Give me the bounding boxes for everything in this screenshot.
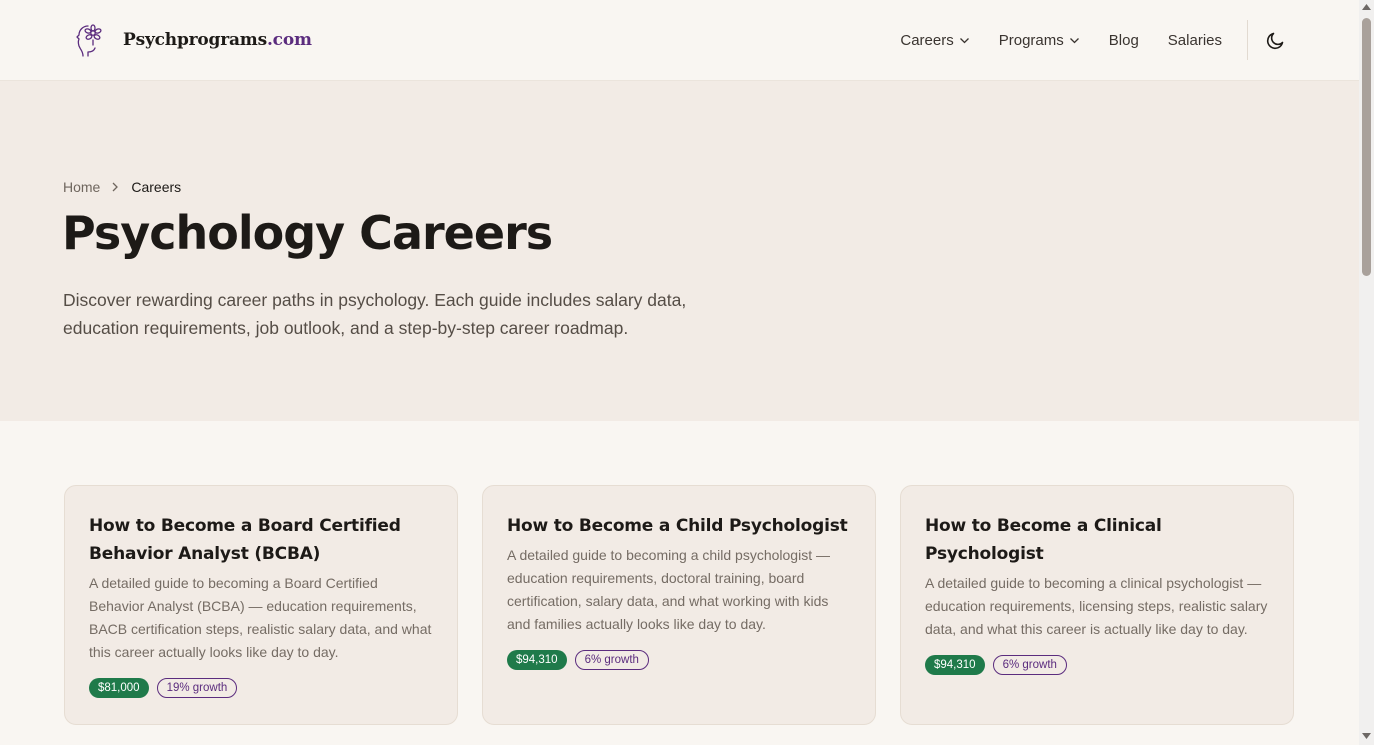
- salary-badge: $94,310: [925, 655, 985, 675]
- card-description: A detailed guide to becoming a clinical …: [925, 575, 1268, 637]
- logo-wordmark: Psychprograms.com: [123, 30, 312, 50]
- page: Psychprograms.com Careers Programs Blog …: [0, 0, 1359, 745]
- scroll-down-arrow-icon[interactable]: [1362, 733, 1371, 739]
- nav-label-programs: Programs: [998, 31, 1064, 49]
- vertical-scrollbar[interactable]: [1359, 0, 1374, 745]
- breadcrumb: Home Careers: [63, 179, 181, 195]
- card-description: A detailed guide to becoming a Board Cer…: [89, 575, 432, 660]
- career-card-child-psychologist[interactable]: How to Become a Child Psychologist A det…: [482, 485, 876, 725]
- salary-badge: $81,000: [89, 678, 149, 698]
- main-nav: Careers Programs Blog Salaries: [900, 30, 1222, 50]
- growth-badge: 19% growth: [156, 678, 238, 698]
- career-card-grid: How to Become a Board Certified Behavior…: [64, 485, 1294, 725]
- growth-badge: 6% growth: [992, 655, 1067, 675]
- site-header: Psychprograms.com Careers Programs Blog …: [0, 0, 1359, 81]
- chevron-down-icon: [1069, 37, 1079, 43]
- nav-item-careers[interactable]: Careers: [900, 32, 969, 49]
- career-card-clinical-psychologist[interactable]: How to Become a Clinical Psychologist A …: [900, 485, 1294, 725]
- card-badges: $94,310 6% growth: [925, 655, 1269, 675]
- nav-item-blog[interactable]: Blog: [1109, 32, 1139, 49]
- card-description: A detailed guide to becoming a child psy…: [507, 547, 830, 632]
- page-title: Psychology Careers: [62, 206, 553, 260]
- logo-name: Psychprograms: [123, 30, 267, 50]
- head-flower-logo-icon: [76, 24, 102, 57]
- chevron-right-icon: [112, 182, 119, 192]
- card-title[interactable]: How to Become a Clinical Psychologist: [925, 512, 1269, 568]
- nav-label-careers: Careers: [900, 31, 954, 49]
- breadcrumb-current: Careers: [131, 179, 182, 195]
- nav-divider: [1247, 20, 1248, 60]
- card-badges: $94,310 6% growth: [507, 650, 851, 670]
- logo-tld: .com: [266, 30, 312, 50]
- chevron-down-icon: [959, 37, 969, 43]
- nav-item-programs[interactable]: Programs: [999, 32, 1080, 49]
- card-badges: $81,000 19% growth: [89, 678, 433, 698]
- theme-toggle-button[interactable]: [1265, 30, 1286, 51]
- scroll-up-arrow-icon[interactable]: [1362, 4, 1371, 10]
- site-logo[interactable]: Psychprograms.com: [74, 22, 312, 58]
- nav-item-salaries[interactable]: Salaries: [1168, 32, 1222, 49]
- breadcrumb-home-link[interactable]: Home: [63, 179, 100, 195]
- moon-icon: [1266, 32, 1284, 50]
- nav-label-blog: Blog: [1108, 31, 1139, 49]
- growth-badge: 6% growth: [574, 650, 649, 670]
- nav-label-salaries: Salaries: [1167, 31, 1222, 49]
- page-description: Discover rewarding career paths in psych…: [63, 290, 687, 338]
- career-card-bcba[interactable]: How to Become a Board Certified Behavior…: [64, 485, 458, 725]
- salary-badge: $94,310: [507, 650, 567, 670]
- card-title[interactable]: How to Become a Child Psychologist: [507, 512, 851, 540]
- card-title[interactable]: How to Become a Board Certified Behavior…: [89, 512, 433, 568]
- scrollbar-thumb[interactable]: [1362, 18, 1371, 276]
- hero-section: Home Careers Psychology Careers Discover…: [0, 81, 1359, 421]
